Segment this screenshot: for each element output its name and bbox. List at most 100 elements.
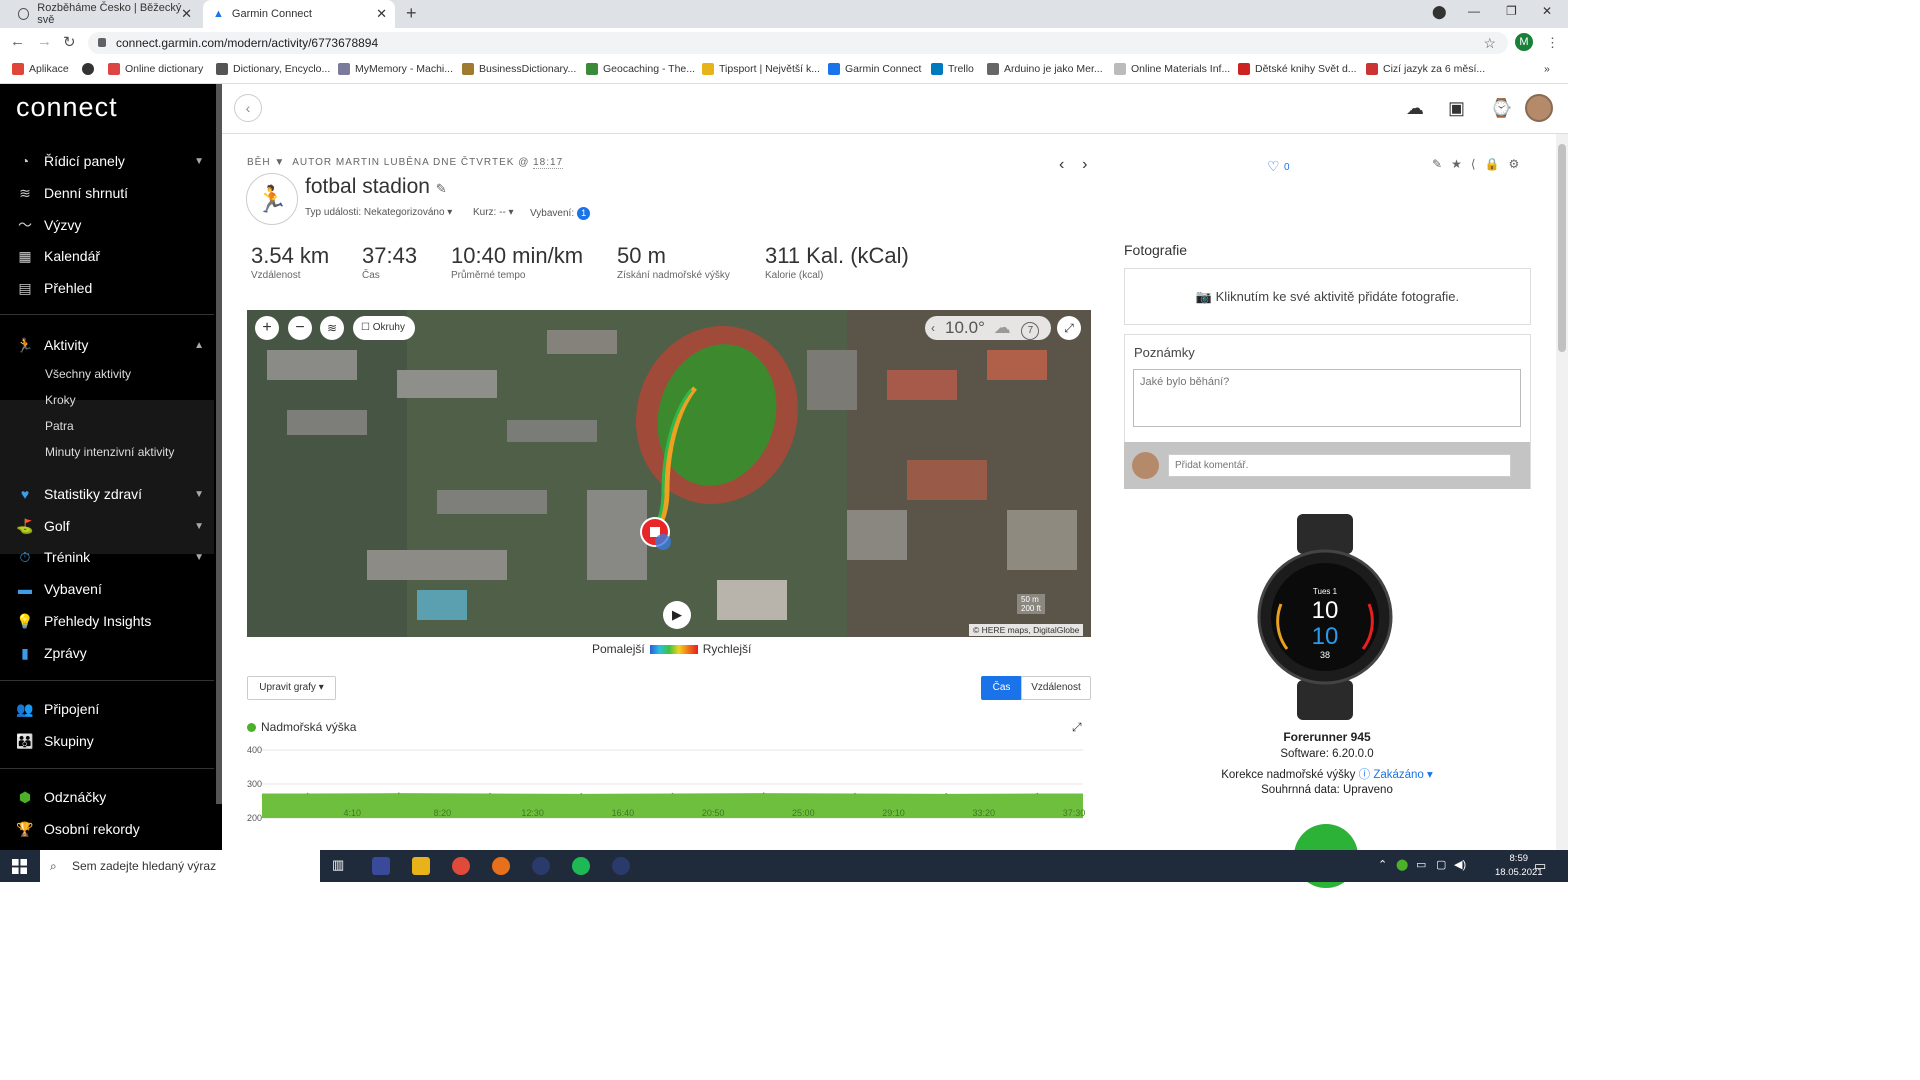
- notifications-icon[interactable]: ▭: [1534, 858, 1546, 874]
- caret-down-icon[interactable]: ▼: [274, 157, 285, 168]
- windows-start-icon[interactable]: [12, 859, 27, 874]
- more-bookmarks-icon[interactable]: »: [1544, 63, 1550, 75]
- bookmark-item[interactable]: Tipsport | Největší k...: [702, 63, 820, 75]
- device-name[interactable]: Forerunner 945: [1124, 730, 1530, 744]
- back-arrow-icon[interactable]: ←: [10, 33, 25, 50]
- close-icon[interactable]: ✕: [181, 6, 192, 22]
- edit-graphs-button[interactable]: Upravit grafy ▾: [247, 676, 336, 700]
- sidebar-item-calendar[interactable]: ▦ Kalendář: [0, 241, 214, 271]
- app-icon[interactable]: [612, 857, 630, 875]
- bookmark-item[interactable]: [82, 63, 99, 75]
- prev-activity-icon[interactable]: ‹: [1059, 156, 1064, 173]
- new-tab-button[interactable]: +: [406, 3, 417, 24]
- sidebar-item-insights[interactable]: 💡 Přehledy Insights: [0, 606, 214, 636]
- user-avatar[interactable]: [1525, 94, 1553, 122]
- share-icon[interactable]: ⟨: [1471, 157, 1485, 171]
- sidebar-item-challenges[interactable]: 〜 Výzvy: [0, 210, 214, 240]
- zoom-out-button[interactable]: −: [288, 316, 312, 340]
- connect-logo[interactable]: connect: [16, 92, 118, 123]
- forward-arrow-icon[interactable]: →: [37, 33, 52, 50]
- toggle-time-button[interactable]: Čas: [981, 676, 1022, 700]
- taskbar-search[interactable]: ⌕ Sem zadejte hledaný výraz: [40, 850, 320, 882]
- sidebar-item-connections[interactable]: 👥 Připojení: [0, 694, 214, 724]
- bookmark-item[interactable]: MyMemory - Machi...: [338, 63, 453, 75]
- sidebar-item-overview[interactable]: ▤ Přehled: [0, 273, 214, 303]
- elevation-correction-select[interactable]: Zakázáno ▾: [1373, 769, 1432, 781]
- fullscreen-icon[interactable]: ⤢: [1057, 316, 1081, 340]
- weather-prev-icon[interactable]: ‹: [931, 316, 935, 340]
- restore-button[interactable]: ❐: [1506, 4, 1517, 18]
- sidebar-item-dashboards[interactable]: ◔ Řídicí panely ▼: [0, 146, 214, 176]
- map-layers-icon[interactable]: ≋: [320, 316, 344, 340]
- bookmark-item[interactable]: Online Materials Inf...: [1114, 63, 1230, 75]
- sidebar-subitem-floors[interactable]: Patra: [45, 419, 74, 433]
- bookmark-item[interactable]: Online dictionary: [108, 63, 203, 75]
- play-button[interactable]: ▶: [663, 601, 691, 629]
- bookmark-item[interactable]: Trello: [931, 63, 974, 75]
- watch-device-icon[interactable]: ⌚: [1490, 98, 1512, 119]
- lock-icon[interactable]: 🔒: [1485, 157, 1509, 171]
- app-icon[interactable]: [372, 857, 390, 875]
- sidebar-item-daily-summary[interactable]: ≋ Denní shrnutí: [0, 178, 214, 208]
- tab-garmin[interactable]: ▲ Garmin Connect ✕: [203, 0, 395, 28]
- edit-pencil-icon[interactable]: ✎: [436, 181, 447, 196]
- edit-pencil-icon[interactable]: ✎: [1432, 157, 1451, 171]
- sidebar-item-health-stats[interactable]: ♥ Statistiky zdraví ▼: [0, 479, 214, 509]
- comment-input[interactable]: [1168, 454, 1511, 477]
- spotify-icon[interactable]: [572, 857, 590, 875]
- bookmark-item[interactable]: BusinessDictionary...: [462, 63, 576, 75]
- sidebar-item-golf[interactable]: ⛳ Golf ▼: [0, 511, 214, 541]
- close-icon[interactable]: ✕: [376, 6, 387, 22]
- weather-widget[interactable]: ‹ 10.0° ☁ 7: [925, 316, 1051, 340]
- file-explorer-icon[interactable]: [412, 857, 430, 875]
- activity-title[interactable]: fotbal stadion ✎: [305, 175, 447, 199]
- laps-toggle[interactable]: ☐ Okruhy: [353, 316, 415, 340]
- activity-time[interactable]: 18:17: [533, 157, 564, 169]
- course-select[interactable]: Kurz: -- ▾: [473, 207, 514, 218]
- gear-icon[interactable]: ⚙: [1508, 157, 1528, 171]
- sidebar-item-training[interactable]: ⏱ Trénink ▼: [0, 542, 214, 572]
- profile-avatar[interactable]: M: [1515, 33, 1533, 51]
- tray-chevron-icon[interactable]: ⌃: [1378, 858, 1387, 871]
- sidebar-item-reports[interactable]: ▮ Zprávy: [0, 638, 214, 668]
- tray-volume-icon[interactable]: ◀): [1454, 858, 1466, 871]
- tab-rozbehame[interactable]: Rozběháme Česko | Běžecký svě ✕: [8, 0, 200, 28]
- activity-map[interactable]: + − ≋ ☐ Okruhy ‹ 10.0° ☁ 7 ⤢ 50 m 200 ft …: [247, 310, 1091, 637]
- upload-cloud-icon[interactable]: ☁: [1406, 98, 1424, 119]
- menu-dots-icon[interactable]: ⋮: [1546, 35, 1559, 51]
- url-field[interactable]: connect.garmin.com/modern/activity/67736…: [88, 32, 1508, 54]
- sidebar-subitem-all-activities[interactable]: Všechny aktivity: [45, 367, 131, 381]
- help-icon[interactable]: ⓘ: [1359, 769, 1371, 781]
- sidebar-item-groups[interactable]: 👪 Skupiny: [0, 726, 214, 756]
- sidebar-item-personal-records[interactable]: 🏆 Osobní rekordy: [0, 814, 214, 844]
- bookmark-item[interactable]: Garmin Connect: [828, 63, 921, 75]
- toggle-distance-button[interactable]: Vzdálenost: [1021, 676, 1091, 700]
- tray-network-icon[interactable]: ▢: [1436, 858, 1446, 871]
- map-attribution[interactable]: © HERE maps, DigitalGlobe: [969, 624, 1084, 636]
- add-photos-area[interactable]: 📷 Kliknutím ke své aktivitě přidáte foto…: [1124, 268, 1531, 325]
- sidebar-item-badges[interactable]: ⬢ Odznáčky: [0, 782, 214, 812]
- satellite-map[interactable]: [247, 310, 1091, 637]
- page-scrollbar[interactable]: [1556, 134, 1568, 850]
- elevation-chart[interactable]: 400 300 200 4:10 8:20 12:30 16:40 20:50 25:00 29:…: [247, 742, 1087, 822]
- reload-icon[interactable]: ↻: [63, 33, 76, 51]
- scroll-thumb[interactable]: [1558, 144, 1566, 352]
- bookmark-apps[interactable]: Aplikace: [12, 63, 69, 75]
- minimize-button[interactable]: —: [1468, 4, 1480, 18]
- close-window-button[interactable]: ✕: [1542, 4, 1552, 18]
- tray-battery-icon[interactable]: ▭: [1416, 858, 1426, 871]
- sidebar-item-activities[interactable]: 🏃 Aktivity ▲: [0, 330, 214, 360]
- zoom-in-button[interactable]: +: [255, 316, 279, 340]
- bookmark-star-icon[interactable]: ☆: [1483, 32, 1496, 54]
- sidebar-item-gear[interactable]: ▬ Vybavení: [0, 574, 214, 604]
- inbox-icon[interactable]: ▣: [1448, 98, 1465, 119]
- bookmark-item[interactable]: Geocaching - The...: [586, 63, 695, 75]
- elevation-area[interactable]: [262, 793, 1083, 818]
- sidebar-subitem-steps[interactable]: Kroky: [45, 393, 76, 407]
- activity-type[interactable]: BĚH: [247, 157, 271, 168]
- star-icon[interactable]: ★: [1451, 157, 1471, 171]
- back-button[interactable]: ‹: [234, 94, 262, 122]
- next-activity-icon[interactable]: ›: [1082, 156, 1087, 173]
- bookmark-item[interactable]: Dictionary, Encyclo...: [216, 63, 330, 75]
- bookmark-item[interactable]: Arduino je jako Mer...: [987, 63, 1103, 75]
